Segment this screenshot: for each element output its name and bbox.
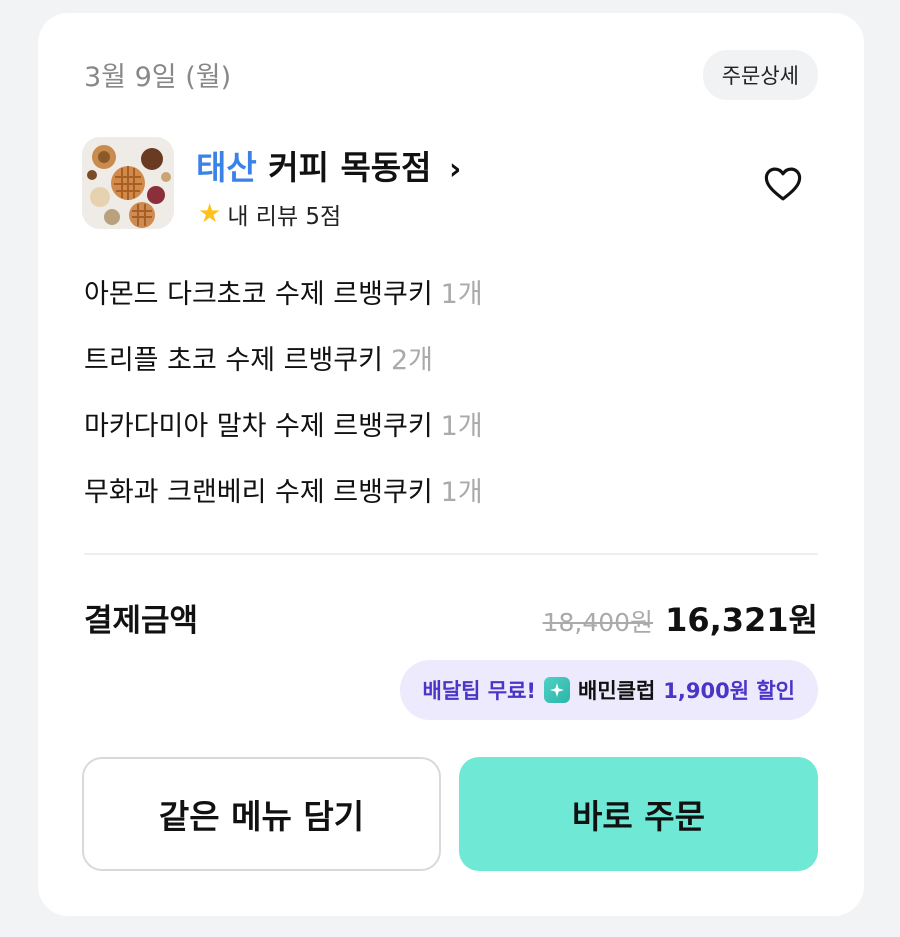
item-qty: 1개 bbox=[440, 279, 483, 310]
list-item: 마카다미아 말차 수제 르뱅쿠키 1개 bbox=[84, 407, 483, 473]
item-qty: 1개 bbox=[440, 411, 483, 442]
order-now-button[interactable]: 바로 주문 bbox=[459, 757, 818, 871]
order-date: 3월 9일 (월) bbox=[84, 62, 232, 93]
payment-amount: 18,400원 16,321원 bbox=[543, 595, 818, 641]
item-name: 무화과 크랜베리 수제 르뱅쿠키 bbox=[84, 477, 433, 508]
order-detail-button[interactable]: 주문상세 bbox=[702, 50, 818, 100]
item-name: 아몬드 다크초코 수제 르뱅쿠키 bbox=[84, 279, 433, 310]
add-same-menu-button[interactable]: 같은 메뉴 담기 bbox=[82, 757, 441, 871]
order-card: 3월 9일 (월) 주문상세 태산 커피 목동점 › ★ 내 리뷰 5점 아몬드… bbox=[38, 13, 864, 916]
item-name: 마카다미아 말차 수제 르뱅쿠키 bbox=[84, 411, 433, 442]
list-item: 아몬드 다크초코 수제 르뱅쿠키 1개 bbox=[84, 275, 483, 341]
store-name-link[interactable]: 태산 커피 목동점 › bbox=[196, 141, 461, 189]
divider bbox=[84, 553, 818, 555]
item-name: 트리플 초코 수제 르뱅쿠키 bbox=[84, 345, 383, 376]
club-name: 배민클럽 bbox=[578, 679, 656, 703]
store-brand: 태산 bbox=[196, 148, 257, 187]
sparkle-icon bbox=[544, 677, 571, 703]
final-price: 16,321원 bbox=[665, 601, 818, 639]
heart-icon[interactable] bbox=[762, 163, 804, 205]
review-label: 내 리뷰 5점 bbox=[227, 204, 342, 230]
item-qty: 1개 bbox=[440, 477, 483, 508]
discount-text: 1,900원 할인 bbox=[663, 679, 795, 703]
promo-badge: 배달팁 무료! 배민클럽 1,900원 할인 bbox=[399, 660, 818, 720]
order-items-list: 아몬드 다크초코 수제 르뱅쿠키 1개 트리플 초코 수제 르뱅쿠키 2개 마카다미… bbox=[84, 275, 483, 539]
cookie-platter-image bbox=[82, 137, 174, 229]
list-item: 무화과 크랜베리 수제 르뱅쿠키 1개 bbox=[84, 473, 483, 539]
chevron-right-icon: › bbox=[449, 152, 462, 187]
item-qty: 2개 bbox=[391, 345, 434, 376]
original-price: 18,400원 bbox=[542, 608, 654, 637]
store-branch-name: 커피 목동점 bbox=[268, 148, 432, 187]
free-delivery-text: 배달팁 무료! bbox=[422, 679, 537, 703]
star-icon: ★ bbox=[198, 199, 222, 229]
my-review[interactable]: ★ 내 리뷰 5점 bbox=[198, 197, 341, 231]
list-item: 트리플 초코 수제 르뱅쿠키 2개 bbox=[84, 341, 483, 407]
payment-label: 결제금액 bbox=[84, 603, 199, 639]
store-thumbnail[interactable] bbox=[82, 137, 174, 229]
